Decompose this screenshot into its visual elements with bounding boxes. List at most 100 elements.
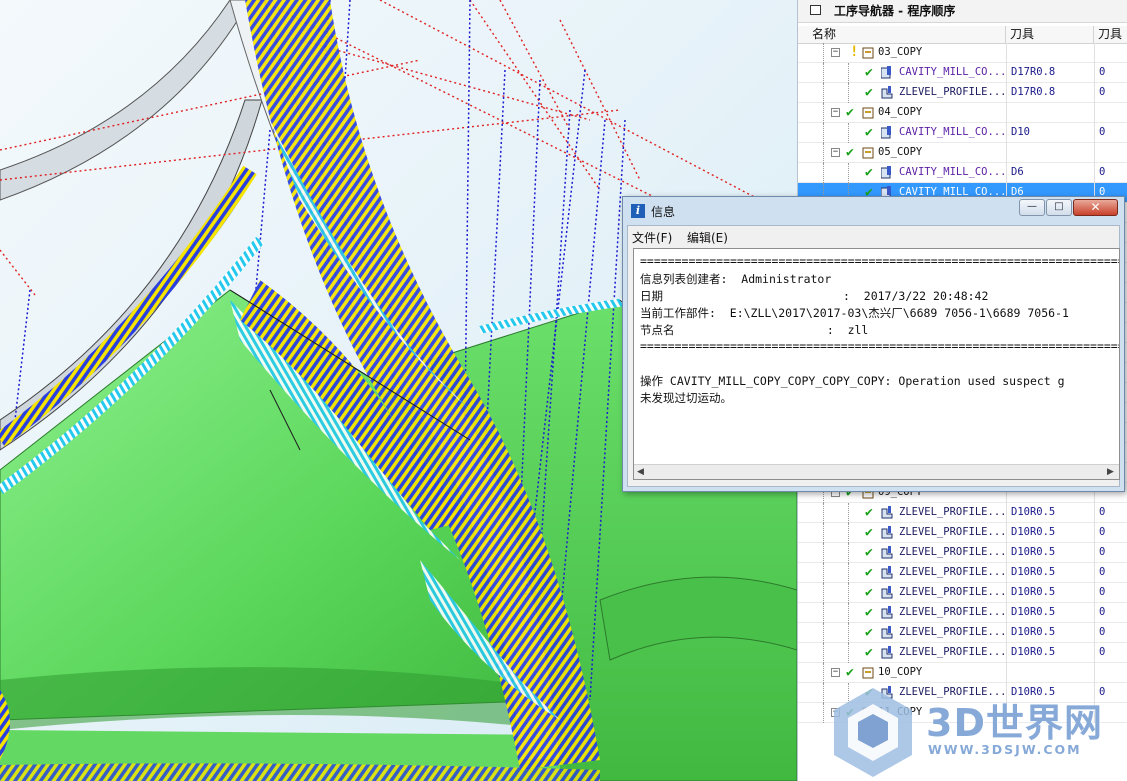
check-icon: ✔ — [865, 85, 873, 100]
operation-row[interactable]: ✔ CAVITY_MILL_CO... D10 0 — [798, 123, 1127, 143]
row-name: 04_COPY — [878, 106, 923, 118]
operation-row[interactable]: ✔ CAVITY_MILL_CO... D17R0.8 0 — [798, 63, 1127, 83]
expand-toggle-icon[interactable]: − — [831, 48, 840, 57]
check-icon: ✔ — [865, 165, 873, 180]
tool-name: D10R0.5 — [1011, 606, 1056, 618]
tree-line — [848, 503, 850, 523]
horizontal-scrollbar[interactable]: ◀ ▶ — [634, 464, 1119, 479]
program-folder-icon — [862, 146, 874, 159]
watermark-logo-icon — [834, 688, 912, 777]
dialog-titlebar[interactable]: i 信息 — □ ✕ — [623, 197, 1124, 225]
expand-toggle-icon[interactable]: − — [831, 148, 840, 157]
tool-number: 0 — [1099, 126, 1106, 138]
zlevel-profile-icon — [881, 546, 893, 559]
operation-row[interactable]: ✔ ZLEVEL_PROFILE... D10R0.5 0 — [798, 563, 1127, 583]
column-divider — [1094, 523, 1095, 543]
tool-name: D10R0.5 — [1011, 646, 1056, 658]
tool-number: 0 — [1099, 86, 1106, 98]
program-folder-icon — [862, 666, 874, 679]
navigator-titlebar: 工序导航器 - 程序顺序 — [798, 0, 1127, 23]
zlevel-profile-icon — [881, 646, 893, 659]
column-divider — [1006, 103, 1007, 123]
operation-row[interactable]: ✔ ZLEVEL_PROFILE... D10R0.5 0 — [798, 583, 1127, 603]
zlevel-profile-icon — [881, 606, 893, 619]
tree-line — [823, 523, 825, 543]
menu-edit[interactable]: 编辑(E) — [687, 229, 728, 246]
expand-toggle-icon[interactable]: − — [831, 668, 840, 677]
tool-number: 0 — [1099, 566, 1106, 578]
program-group-row[interactable]: − ✔ 05_COPY — [798, 143, 1127, 163]
operation-row[interactable]: ✔ CAVITY_MILL_CO... D6 0 — [798, 163, 1127, 183]
program-folder-icon — [862, 106, 874, 119]
info-line: 操作 CAVITY_MILL_COPY_COPY_COPY_COPY: Oper… — [640, 374, 1065, 388]
check-icon: ✔ — [865, 525, 873, 540]
tree-line — [823, 163, 825, 183]
dialog-body: 文件(F) 编辑(E) ============================… — [627, 225, 1120, 487]
column-header-tool-number[interactable]: 刀具 — [1094, 26, 1127, 43]
column-header-name[interactable]: 名称 — [798, 26, 1006, 43]
info-line: ========================================… — [640, 339, 1120, 353]
operation-row[interactable]: ✔ ZLEVEL_PROFILE... D10R0.5 0 — [798, 523, 1127, 543]
tool-name: D10R0.5 — [1011, 526, 1056, 538]
program-group-row[interactable]: −! 03_COPY — [798, 43, 1127, 63]
tree-line — [848, 643, 850, 663]
column-header-tool[interactable]: 刀具 — [1006, 26, 1094, 43]
tree-line — [823, 583, 825, 603]
scroll-left-icon[interactable]: ◀ — [637, 467, 644, 477]
column-divider — [1094, 503, 1095, 523]
operation-row[interactable]: ✔ ZLEVEL_PROFILE... D10R0.5 0 — [798, 623, 1127, 643]
tool-number: 0 — [1099, 66, 1106, 78]
zlevel-profile-icon — [881, 506, 893, 519]
maximize-button[interactable]: □ — [1046, 199, 1072, 216]
tree-line — [823, 43, 825, 63]
tree-line — [823, 123, 825, 143]
scroll-right-icon[interactable]: ▶ — [1107, 467, 1114, 477]
close-button[interactable]: ✕ — [1073, 199, 1118, 216]
tool-name: D10R0.5 — [1011, 586, 1056, 598]
tree-line — [848, 83, 850, 103]
tree-line — [848, 163, 850, 183]
watermark-url: WWW.3DSJW.COM — [928, 742, 1082, 757]
column-divider — [1094, 563, 1095, 583]
tool-number: 0 — [1099, 646, 1106, 658]
tool-name: D10R0.5 — [1011, 506, 1056, 518]
tree-line — [823, 603, 825, 623]
tree-line — [848, 543, 850, 563]
tool-name: D10R0.5 — [1011, 626, 1056, 638]
operation-row[interactable]: ✔ ZLEVEL_PROFILE... D10R0.5 0 — [798, 503, 1127, 523]
minimize-button[interactable]: — — [1019, 199, 1045, 216]
tool-name: D10R0.5 — [1011, 546, 1056, 558]
dialog-menubar: 文件(F) 编辑(E) — [628, 226, 1119, 246]
column-divider — [1094, 123, 1095, 143]
tool-number: 0 — [1099, 586, 1106, 598]
check-icon: ✔ — [846, 105, 854, 120]
menu-file[interactable]: 文件(F) — [632, 229, 672, 246]
program-group-row[interactable]: − ✔ 10_COPY — [798, 663, 1127, 683]
operation-row[interactable]: ✔ ZLEVEL_PROFILE... D10R0.5 0 — [798, 603, 1127, 623]
program-group-row[interactable]: − ✔ 04_COPY — [798, 103, 1127, 123]
zlevel-profile-icon — [881, 626, 893, 639]
row-name: 03_COPY — [878, 46, 923, 58]
tree-line — [848, 623, 850, 643]
tree-line — [823, 663, 825, 683]
operation-row[interactable]: ✔ ZLEVEL_PROFILE... D17R0.8 0 — [798, 83, 1127, 103]
expand-toggle-icon[interactable]: − — [831, 108, 840, 117]
tool-name: D6 — [1011, 166, 1024, 178]
tool-number: 0 — [1099, 546, 1106, 558]
operation-row[interactable]: ✔ ZLEVEL_PROFILE... D10R0.5 0 — [798, 643, 1127, 663]
info-line: ========================================… — [640, 254, 1120, 268]
tree-line — [823, 643, 825, 663]
tree-line — [848, 603, 850, 623]
operation-row[interactable]: ✔ ZLEVEL_PROFILE... D10R0.5 0 — [798, 543, 1127, 563]
info-text-area[interactable]: ========================================… — [633, 248, 1120, 480]
tool-number: 0 — [1099, 606, 1106, 618]
check-icon: ✔ — [865, 585, 873, 600]
zlevel-profile-icon — [881, 526, 893, 539]
operation-name: ZLEVEL_PROFILE... — [899, 506, 1007, 518]
tree-line — [848, 583, 850, 603]
column-divider — [1006, 663, 1007, 683]
info-line: 节点名 : zll — [640, 323, 869, 337]
column-divider — [1094, 163, 1095, 183]
column-divider — [1094, 603, 1095, 623]
column-divider — [1094, 83, 1095, 103]
